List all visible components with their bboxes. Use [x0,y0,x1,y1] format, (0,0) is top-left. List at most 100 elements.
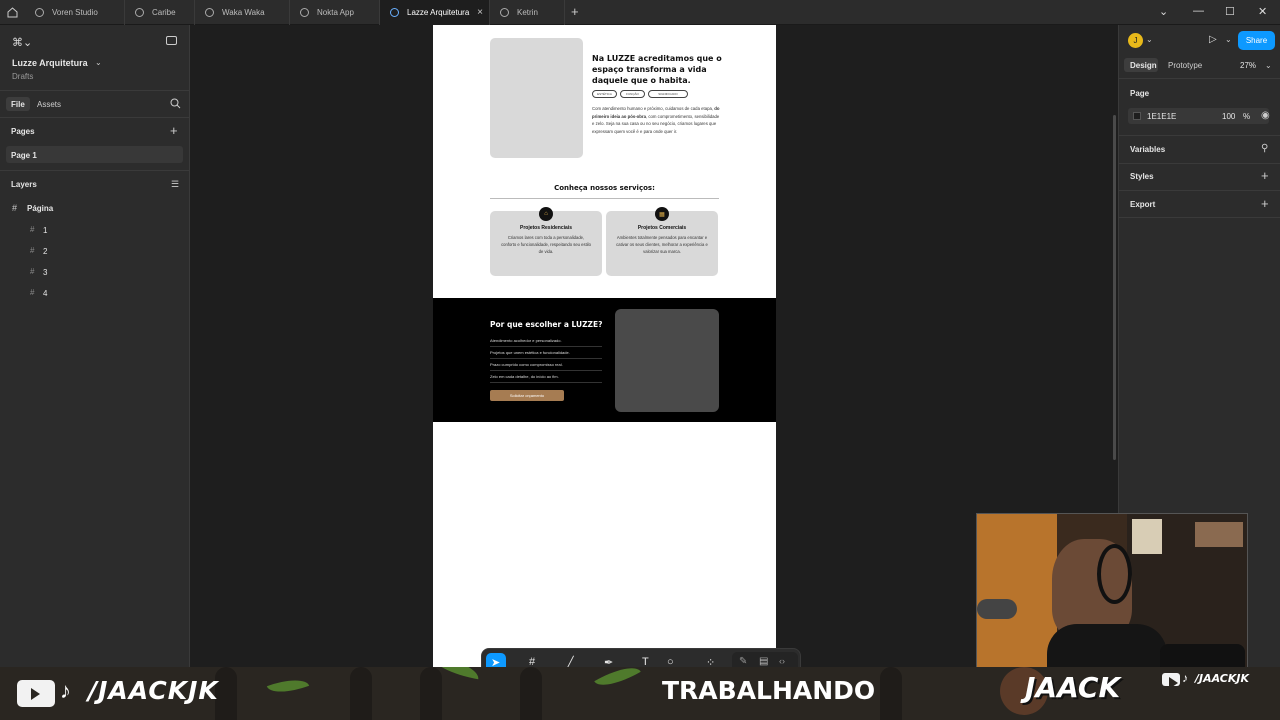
frame-icon: # [30,246,35,255]
divider [1119,135,1280,136]
frame-icon: # [12,203,18,213]
minimize-icon[interactable]: — [1193,5,1204,17]
cta-button[interactable]: Solicitar orçamento [490,390,564,401]
why-section: Por que escolher a LUZZE? Atendimento ac… [433,298,776,422]
main-menu-icon[interactable]: ⌘⌄ [12,36,32,49]
add-style-icon[interactable]: + [1261,168,1269,183]
layers-heading: Layers [11,180,37,189]
leaf-decoration [594,667,641,695]
new-tab-button[interactable]: + [571,4,579,19]
eye-icon[interactable]: ◉ [1261,110,1270,121]
tiktok-icon: ♪ [60,678,71,703]
tab-file[interactable]: File [11,100,25,109]
styles-heading[interactable]: Styles [1130,172,1154,181]
add-page-icon[interactable]: + [170,123,178,138]
home-icon: ⌂ [539,207,553,221]
add-export-icon[interactable]: + [1261,196,1269,211]
page-opacity[interactable]: 100 [1222,112,1235,121]
export-heading[interactable]: Export [1130,200,1155,209]
why-item: Prazo cumprido como compromisso real. [490,360,602,371]
decor-stripe [520,667,542,720]
frame-icon: # [30,267,35,276]
chevron-down-icon[interactable]: ⌄ [1146,35,1153,44]
why-item: Atendimento acolhedor e personalizado. [490,336,602,347]
toggle-sidebar-icon[interactable] [166,36,177,45]
search-icon[interactable] [170,98,181,112]
file-name[interactable]: Luzze Arquitetura [12,58,88,68]
why-item: Projetos que unem estética e funcionalid… [490,348,602,359]
left-sidebar: ⌘⌄ Luzze Arquitetura ⌄ Drafts File Asset… [0,25,190,667]
home-icon[interactable] [6,6,19,19]
headphones [1097,544,1132,604]
design-mode-icon[interactable]: ▤ [759,656,768,667]
tab-assets[interactable]: Assets [37,100,61,109]
wall-panel [977,514,1057,672]
percent-sign: % [1243,112,1251,121]
service-card-commercial: ▦ Projetos Comerciais Ambientes totalmen… [606,207,718,276]
tag: SIGNIFICADO [648,90,688,98]
tab-design[interactable]: Design [1130,61,1157,70]
hero-image-placeholder [490,38,583,158]
page-color-hex[interactable]: 1E1E1E [1147,112,1176,121]
browser-tab-bar: Voren Studio Caribe Waka Waka Nokta App … [0,0,1280,25]
avatar[interactable]: J [1128,33,1143,48]
person-shirt [1047,624,1167,672]
decor-stripe [350,667,372,720]
decor-stripe [880,667,902,720]
chevron-down-icon[interactable]: ⌄ [95,58,102,67]
divider [1119,190,1280,191]
page-frame[interactable]: Na LUZZE acreditamos que o espaço transf… [433,25,776,667]
draw-mode-icon[interactable]: ✎ [739,656,747,667]
pages-heading: Pages [11,127,35,136]
page-item-1[interactable]: Page 1 [11,151,37,160]
youtube-icon [1162,673,1180,689]
why-item: Zelo em cada detalhe, do início ao fim. [490,372,602,383]
layer-item-1[interactable]: 1 [43,226,47,235]
service-text: Criamos lares com toda a personalidade, … [501,235,591,254]
layer-pagina[interactable]: Página [27,204,53,213]
chevron-down-icon[interactable]: ⌄ [1225,35,1232,44]
tiktok-icon: ♪ [1182,671,1188,685]
service-text: Ambientes totalmente pensados para encan… [616,235,708,254]
chevron-down-icon[interactable]: ⌄ [1265,61,1272,70]
tab-waka-waka[interactable]: Waka Waka [195,0,290,25]
collapse-layers-icon[interactable]: ☰ [171,179,179,190]
layer-item-4[interactable]: 4 [43,289,47,298]
books [1195,522,1243,547]
frame-icon: # [30,288,35,297]
services-heading: Conheça nossos serviços: [554,184,655,192]
chevron-down-icon[interactable]: ⌄ [1159,5,1168,18]
tab-caribe[interactable]: Caribe [125,0,195,25]
canvas-scrollbar[interactable] [1113,115,1116,460]
variables-icon[interactable]: ⚲ [1261,143,1268,154]
zoom-level[interactable]: 27% [1240,61,1256,70]
youtube-icon [17,680,55,707]
divider [0,90,190,91]
tab-ketrin[interactable]: Ketrin [490,0,565,25]
leaf-decoration [266,672,310,700]
tab-prototype[interactable]: Prototype [1168,61,1202,70]
building-icon: ▦ [655,207,669,221]
close-tab-icon[interactable]: × [477,7,483,18]
divider [0,117,190,118]
present-icon[interactable]: ▷ [1209,34,1217,45]
tag: FUNÇÃO [620,90,645,98]
close-window-icon[interactable]: ✕ [1258,5,1267,18]
tab-nokta-app[interactable]: Nokta App [290,0,380,25]
stream-overlay-bar: ♪ /JAACKJK TRABALHANDO JAACK ♪ /JAACKJK [0,667,1280,720]
frame-icon: # [30,225,35,234]
service-title: Projetos Residenciais [520,225,572,231]
tab-lazze-arquitetura[interactable]: Lazze Arquitetura × [380,0,490,25]
figma-file-icon [205,8,214,17]
tab-voren-studio[interactable]: Voren Studio [25,0,125,25]
layer-item-2[interactable]: 2 [43,247,47,256]
variables-heading[interactable]: Variables [1130,145,1165,154]
maximize-icon[interactable]: ☐ [1225,5,1235,18]
share-button[interactable]: Share [1238,31,1275,50]
layer-item-3[interactable]: 3 [43,268,47,277]
why-heading: Por que escolher a LUZZE? [490,320,603,329]
color-swatch[interactable] [1133,112,1141,120]
dev-mode-icon[interactable]: ‹› [779,656,785,666]
file-location: Drafts [12,72,34,81]
divider [1119,78,1280,79]
